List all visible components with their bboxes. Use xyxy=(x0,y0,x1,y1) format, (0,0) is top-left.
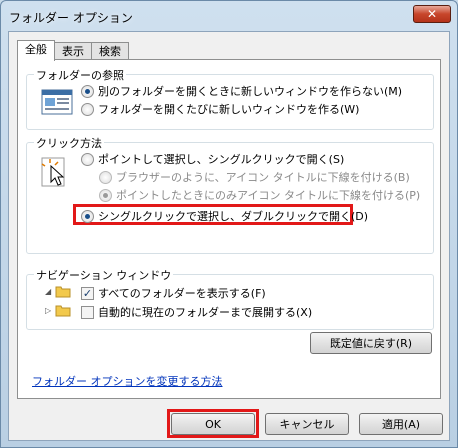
radio-single-click[interactable] xyxy=(81,152,94,166)
dialog-client: 全般 表示 検索 フォルダーの参照 別のフォルダーを開くときに新しいウィンドウを xyxy=(8,31,450,441)
checkbox-auto-expand[interactable] xyxy=(81,305,94,319)
apply-button[interactable]: 適用(A) xyxy=(359,413,443,435)
option-underline-point-label: ポイントしたときにのみアイコン タイトルに下線を付ける(P) xyxy=(116,189,421,202)
title-bar[interactable]: フォルダー オプション ✕ xyxy=(1,1,457,31)
option-new-window-label: フォルダーを開くたびに新しいウィンドウを作る(W) xyxy=(98,103,360,116)
ok-button[interactable]: OK xyxy=(171,413,255,435)
radio-same-window[interactable] xyxy=(81,84,94,98)
collapsed-arrow-icon: ▷ xyxy=(45,306,52,315)
option-underline-point: ポイントしたときにのみアイコン タイトルに下線を付ける(P) xyxy=(99,187,420,203)
window-title: フォルダー オプション xyxy=(9,11,133,25)
help-link[interactable]: フォルダー オプションを変更する方法 xyxy=(32,373,223,389)
radio-underline-browser xyxy=(99,170,112,184)
option-new-window[interactable]: フォルダーを開くたびに新しいウィンドウを作る(W) xyxy=(81,101,359,117)
option-double-click[interactable]: シングルクリックで選択し、ダブルクリックで開く(D) xyxy=(81,208,368,224)
browse-folders-group: フォルダーの参照 別のフォルダーを開くときに新しいウィンドウを作らない(M) フ… xyxy=(26,67,434,130)
tab-general[interactable]: 全般 xyxy=(17,40,55,61)
tab-view[interactable]: 表示 xyxy=(54,42,92,60)
folder-options-window: フォルダー オプション ✕ 全般 表示 検索 フォルダーの参照 別のフォルダーを… xyxy=(0,0,458,448)
radio-new-window[interactable] xyxy=(81,102,94,116)
folder-icon xyxy=(55,305,71,317)
restore-defaults-button[interactable]: 既定値に戻す(R) xyxy=(310,332,432,354)
option-same-window-label: 別のフォルダーを開くときに新しいウィンドウを作らない(M) xyxy=(98,85,403,98)
close-button[interactable]: ✕ xyxy=(413,5,451,23)
option-single-click-label: ポイントして選択し、シングルクリックで開く(S) xyxy=(98,153,345,166)
auto-expand[interactable]: 自動的に現在のフォルダーまで展開する(X) xyxy=(81,304,312,320)
option-underline-browser-label: ブラウザーのように、アイコン タイトルに下線を付ける(B) xyxy=(116,171,410,184)
option-underline-browser: ブラウザーのように、アイコン タイトルに下線を付ける(B) xyxy=(99,169,410,185)
checkbox-show-all-folders[interactable]: ✓ xyxy=(81,286,94,300)
option-same-window[interactable]: 別のフォルダーを開くときに新しいウィンドウを作らない(M) xyxy=(81,83,402,99)
option-double-click-label: シングルクリックで選択し、ダブルクリックで開く(D) xyxy=(98,210,369,223)
radio-double-click[interactable] xyxy=(81,209,94,223)
close-icon: ✕ xyxy=(426,7,438,21)
folder-icon xyxy=(55,286,71,298)
cursor-click-icon xyxy=(41,157,65,187)
tab-strip: 全般 表示 検索 xyxy=(17,40,129,61)
window-layout-icon xyxy=(41,89,73,115)
click-method-label: クリック方法 xyxy=(34,135,104,151)
show-all-folders-label: すべてのフォルダーを表示する(F) xyxy=(98,287,266,300)
option-single-click[interactable]: ポイントして選択し、シングルクリックで開く(S) xyxy=(81,151,344,167)
show-all-folders[interactable]: ✓ すべてのフォルダーを表示する(F) xyxy=(81,285,266,301)
click-method-group: クリック方法 ポイントして選択し、シングルクリックで開く(S) ブラウザーのよう… xyxy=(26,135,434,254)
navigation-pane-group: ナビゲーション ウィンドウ ◢ ▷ ✓ すべてのフォルダーを表示する(F) 自動… xyxy=(26,267,434,330)
radio-underline-point xyxy=(99,188,112,202)
auto-expand-label: 自動的に現在のフォルダーまで展開する(X) xyxy=(98,306,313,319)
expanded-arrow-icon: ◢ xyxy=(45,287,52,296)
navigation-pane-label: ナビゲーション ウィンドウ xyxy=(34,267,174,283)
tab-search[interactable]: 検索 xyxy=(91,42,129,60)
cancel-button[interactable]: キャンセル xyxy=(265,413,349,435)
browse-folders-label: フォルダーの参照 xyxy=(34,67,126,83)
general-tab-page: フォルダーの参照 別のフォルダーを開くときに新しいウィンドウを作らない(M) フ… xyxy=(17,59,441,399)
